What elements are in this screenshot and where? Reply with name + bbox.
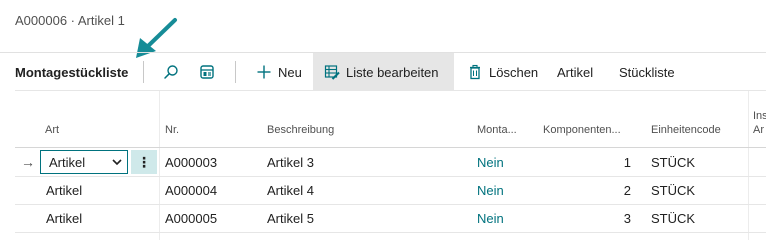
new-button-label: Neu xyxy=(278,64,302,80)
delete-button[interactable]: Löschen xyxy=(461,56,544,88)
art-select-value: Artikel xyxy=(49,154,86,170)
art-select[interactable]: Artikel xyxy=(40,150,128,174)
cell-komponenten[interactable]: 3 xyxy=(595,211,631,226)
cell-art[interactable]: Artikel xyxy=(46,183,82,198)
cell-einheitencode[interactable]: STÜCK xyxy=(651,183,695,198)
cell-montage[interactable]: Nein xyxy=(477,183,504,198)
cell-nr[interactable]: A000003 xyxy=(165,155,217,170)
layout-button[interactable] xyxy=(193,56,221,88)
delete-button-label: Löschen xyxy=(489,64,539,80)
bom-lines-grid: Art Nr. Beschreibung Monta... Komponente… xyxy=(15,90,766,240)
cell-nr[interactable]: A000005 xyxy=(165,211,217,226)
cell-beschreibung[interactable]: Artikel 3 xyxy=(267,155,314,170)
cell-komponenten[interactable]: 1 xyxy=(595,155,631,170)
cell-nr[interactable]: A000004 xyxy=(165,183,217,198)
cell-beschreibung[interactable]: Artikel 5 xyxy=(267,211,314,226)
column-header-art[interactable]: Art xyxy=(45,124,59,136)
column-header-beschreibung[interactable]: Beschreibung xyxy=(267,124,334,136)
cell-einheitencode[interactable]: STÜCK xyxy=(651,211,695,226)
more-vertical-icon: ⋮ xyxy=(137,153,151,170)
toolbar: Montagestückliste Neu Liste bearbeiten L… xyxy=(0,52,766,91)
column-header-nr[interactable]: Nr. xyxy=(165,124,179,136)
column-header-ins-line1[interactable]: Ins xyxy=(753,110,766,122)
search-icon xyxy=(163,64,179,80)
new-button[interactable]: Neu xyxy=(250,56,308,88)
page-title: Montagestückliste xyxy=(15,65,129,80)
toolbar-divider xyxy=(143,61,144,83)
column-header-komponenten[interactable]: Komponenten... xyxy=(543,124,621,136)
bom-menu-label: Stückliste xyxy=(619,64,675,80)
table-row[interactable]: Artikel A000004 Artikel 4 Nein 2 STÜCK xyxy=(15,176,766,205)
cell-montage[interactable]: Nein xyxy=(477,211,504,226)
table-row[interactable]: → Artikel ⋮ A000003 Artikel 3 Nein 1 STÜ… xyxy=(15,148,766,177)
cell-einheitencode[interactable]: STÜCK xyxy=(651,155,695,170)
row-actions-button[interactable]: ⋮ xyxy=(131,150,157,174)
breadcrumb: A000006 · Artikel 1 xyxy=(15,13,125,28)
plus-icon xyxy=(256,64,272,80)
item-menu-label: Artikel xyxy=(557,64,594,80)
row-indicator-arrow-icon: → xyxy=(21,154,35,170)
column-header-ins-line2[interactable]: Ar xyxy=(753,124,764,136)
item-menu-button[interactable]: Artikel xyxy=(551,56,599,88)
bom-menu-button[interactable]: Stückliste xyxy=(613,56,681,88)
toolbar-divider xyxy=(235,61,236,83)
cell-montage[interactable]: Nein xyxy=(477,155,504,170)
cell-beschreibung[interactable]: Artikel 4 xyxy=(267,183,314,198)
column-header-einheitencode[interactable]: Einheitencode xyxy=(651,124,721,136)
chevron-down-icon xyxy=(112,159,122,166)
cell-art[interactable]: Artikel xyxy=(46,211,82,226)
edit-list-icon xyxy=(324,64,340,80)
trash-icon xyxy=(467,64,483,80)
cell-komponenten[interactable]: 2 xyxy=(595,183,631,198)
search-button[interactable] xyxy=(157,56,185,88)
column-header-montage[interactable]: Monta... xyxy=(477,124,517,136)
table-row[interactable]: Artikel A000005 Artikel 5 Nein 3 STÜCK xyxy=(15,204,766,233)
edit-list-label: Liste bearbeiten xyxy=(346,64,439,80)
grid-header: Art Nr. Beschreibung Monta... Komponente… xyxy=(15,91,766,148)
edit-list-button[interactable]: Liste bearbeiten xyxy=(313,53,454,91)
layout-icon xyxy=(199,64,215,80)
